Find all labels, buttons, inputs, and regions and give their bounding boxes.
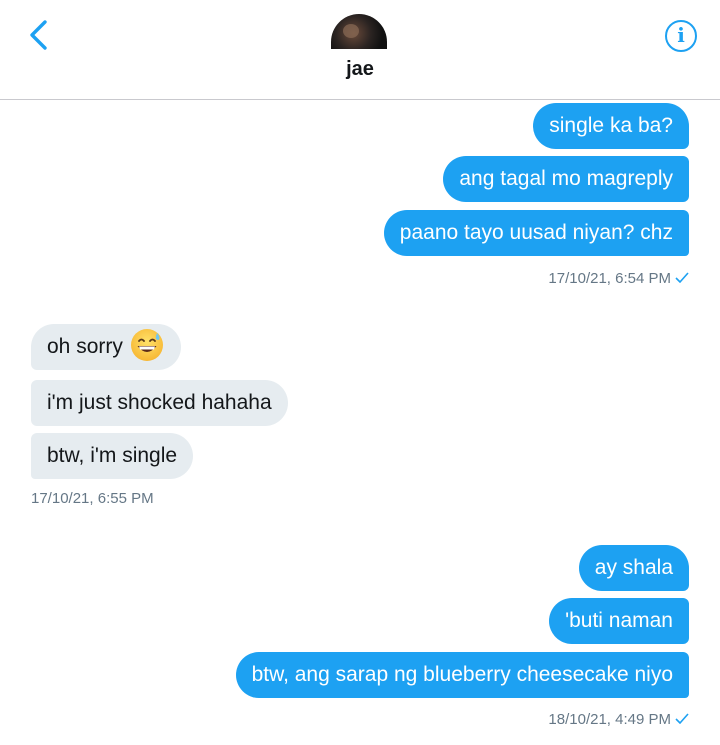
- timestamp-text: 17/10/21, 6:54 PM: [548, 270, 671, 287]
- message-text: paano tayo uusad niyan? chz: [399, 221, 673, 244]
- message-timestamp: 17/10/21, 6:54 PM: [548, 270, 689, 287]
- message-text: single ka ba?: [549, 114, 673, 137]
- info-icon: i: [677, 23, 685, 47]
- message-bubble-incoming[interactable]: oh sorry: [31, 324, 181, 370]
- message-text: i'm just shocked hahaha: [47, 391, 272, 414]
- message-timestamp: 18/10/21, 4:49 PM: [548, 711, 689, 728]
- message-text: oh sorry: [47, 335, 123, 358]
- message-bubble-outgoing[interactable]: paano tayo uusad niyan? chz: [383, 210, 689, 256]
- contact-name[interactable]: jae: [0, 58, 720, 81]
- avatar[interactable]: [331, 14, 387, 49]
- info-button[interactable]: i: [665, 20, 697, 52]
- conversation-header: jae i: [0, 0, 720, 100]
- message-bubble-outgoing[interactable]: single ka ba?: [533, 103, 689, 149]
- message-text: ay shala: [594, 556, 673, 579]
- message-bubble-incoming[interactable]: i'm just shocked hahaha: [31, 380, 288, 426]
- checkmark-icon: [675, 713, 689, 724]
- message-bubble-incoming[interactable]: btw, i'm single: [31, 433, 194, 479]
- timestamp-text: 18/10/21, 4:49 PM: [548, 711, 671, 728]
- message-text: btw, i'm single: [47, 444, 178, 467]
- back-button[interactable]: [24, 18, 54, 52]
- message-timestamp: 17/10/21, 6:55 PM: [31, 490, 154, 507]
- timestamp-text: 17/10/21, 6:55 PM: [31, 490, 154, 507]
- chevron-left-icon: [30, 20, 47, 50]
- message-bubble-outgoing[interactable]: ang tagal mo magreply: [443, 156, 689, 202]
- message-text: 'buti naman: [565, 609, 673, 632]
- message-bubble-outgoing[interactable]: 'buti naman: [549, 598, 689, 644]
- checkmark-icon: [675, 272, 689, 283]
- message-bubble-outgoing[interactable]: btw, ang sarap ng blueberry cheesecake n…: [235, 652, 689, 698]
- message-text: btw, ang sarap ng blueberry cheesecake n…: [251, 663, 673, 686]
- grinning-face-with-sweat-emoji: [130, 329, 163, 362]
- message-bubble-outgoing[interactable]: ay shala: [578, 545, 689, 591]
- message-text: ang tagal mo magreply: [459, 167, 673, 190]
